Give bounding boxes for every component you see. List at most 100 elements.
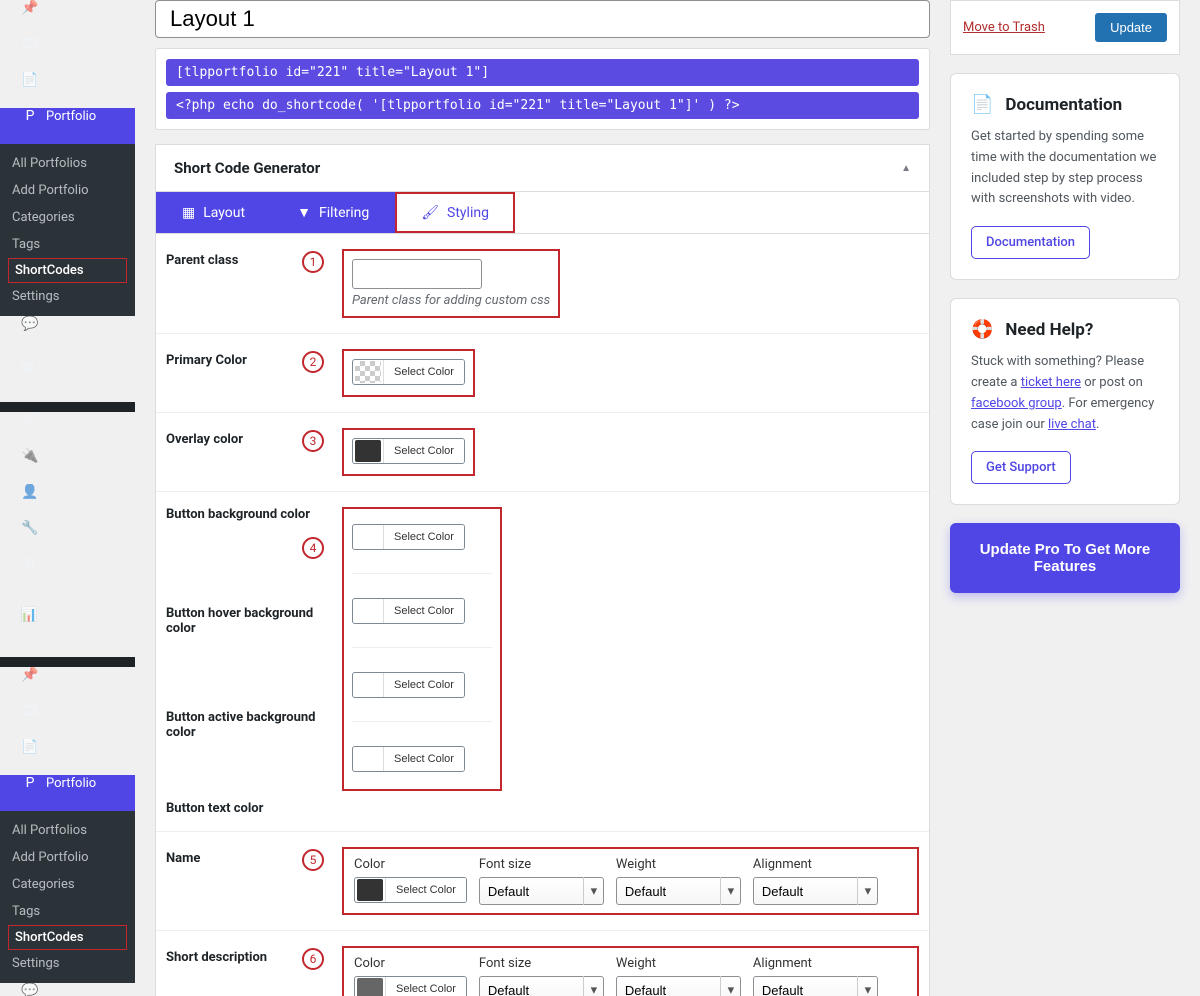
sidebar-sub-add-portfolio[interactable]: Add Portfolio — [0, 844, 135, 871]
parent-class-hint: Parent class for adding custom css — [352, 293, 550, 308]
portfolio-icon: P — [20, 775, 40, 791]
sidebar-sub-tags[interactable]: Tags — [0, 231, 135, 258]
move-to-trash-link[interactable]: Move to Trash — [963, 20, 1045, 35]
color-swatch-icon — [357, 978, 383, 996]
name-align-select[interactable]: Default — [753, 877, 878, 905]
post-title-input[interactable] — [155, 0, 930, 38]
sidebar-sub-settings[interactable]: Settings — [0, 950, 135, 977]
name-font-size-select[interactable]: Default — [479, 877, 604, 905]
posts-icon: 📌 — [20, 667, 40, 683]
live-chat-link[interactable]: live chat — [1048, 417, 1096, 432]
sidebar-item-wp-seo-schema-dashboard[interactable]: 📊WP SEO Schema Dashboard — [0, 592, 135, 657]
sidebar-sub-shortcodes[interactable]: ShortCodes — [8, 258, 127, 283]
btn-active-color-picker[interactable]: Select Color — [352, 672, 465, 698]
panel-title: Short Code Generator — [174, 159, 320, 177]
media-icon: 🎞 — [20, 36, 40, 52]
sidebar-sub-categories[interactable]: Categories — [0, 871, 135, 898]
sidebar-item-pages[interactable]: 📄Pages — [0, 739, 135, 775]
primary-color-picker[interactable]: Select Color — [352, 359, 465, 385]
sidebar-sub-all-portfolios[interactable]: All Portfolios — [0, 817, 135, 844]
desc-weight-select[interactable]: Default — [616, 976, 741, 996]
wp-seo-schema-dashboard-icon: 📊 — [20, 607, 37, 623]
shortcode-box: [tlpportfolio id="221" title="Layout 1"]… — [155, 48, 930, 130]
update-button[interactable]: Update — [1095, 13, 1167, 42]
name-weight-select[interactable]: Default — [616, 877, 741, 905]
label-btn-text: Button text color — [166, 797, 346, 816]
sidebar-item-appearance[interactable]: 🖌Appearance — [0, 412, 135, 448]
sidebar-sub-tags[interactable]: Tags — [0, 898, 135, 925]
sidebar-item-settings[interactable]: ⚙Settings — [0, 556, 135, 592]
sidebar-item-posts[interactable]: 📌Posts — [0, 667, 135, 703]
brush-icon: 🖌 — [421, 205, 439, 221]
color-swatch-icon — [355, 440, 381, 462]
document-icon: 📄 — [971, 94, 993, 115]
btn-hover-color-picker[interactable]: Select Color — [352, 598, 465, 624]
marker-1: 1 — [302, 251, 324, 273]
sidebar-item-pages[interactable]: 📄Pages — [0, 72, 135, 108]
tab-layout[interactable]: ▦ Layout — [156, 192, 271, 233]
shortcode-line: [tlpportfolio id="221" title="Layout 1"] — [166, 59, 919, 86]
sidebar-item-portfolio[interactable]: PPortfolio — [0, 108, 135, 144]
label-btn-bg: Button background color — [166, 507, 346, 522]
filter-icon: ▼ — [297, 204, 311, 221]
marker-6: 6 — [302, 948, 324, 970]
desc-font-size-select[interactable]: Default — [479, 976, 604, 996]
sidebar-item-comments[interactable]: 💬Comments — [0, 316, 135, 352]
sidebar-sub-settings[interactable]: Settings — [0, 283, 135, 310]
desc-color-picker[interactable]: Select Color — [354, 976, 467, 996]
comments-icon: 💬 — [20, 983, 40, 996]
name-color-picker[interactable]: Select Color — [354, 877, 467, 903]
label-btn-active: Button active background color — [166, 706, 346, 740]
help-text: Stuck with something? Please create a ti… — [971, 352, 1159, 435]
sidebar-item-media[interactable]: 🎞Media — [0, 703, 135, 739]
sidebar-item-posts[interactable]: 📌Posts — [0, 0, 135, 36]
sidebar-sub-categories[interactable]: Categories — [0, 204, 135, 231]
facebook-link[interactable]: facebook group — [971, 396, 1062, 411]
btn-bg-color-picker[interactable]: Select Color — [352, 524, 465, 550]
sidebar-item-media[interactable]: 🎞Media — [0, 36, 135, 72]
portfolio-icon: P — [20, 108, 40, 124]
color-swatch-icon — [355, 600, 381, 622]
comments-icon: 💬 — [20, 316, 40, 332]
sidebar-item-the-pricing-table[interactable]: ▦The Pricing Table — [0, 352, 135, 402]
sidebar-item-users[interactable]: 👤Users — [0, 484, 135, 520]
overlay-color-picker[interactable]: Select Color — [352, 438, 465, 464]
parent-class-input[interactable] — [352, 259, 482, 289]
color-swatch-icon — [355, 748, 381, 770]
tab-filtering[interactable]: ▼ Filtering — [271, 192, 395, 233]
documentation-card: 📄 Documentation Get started by spending … — [950, 73, 1180, 280]
sidebar-item-portfolio[interactable]: PPortfolio — [0, 775, 135, 811]
posts-icon: 📌 — [20, 0, 40, 16]
marker-2: 2 — [302, 351, 324, 373]
marker-4: 4 — [302, 537, 324, 559]
tab-styling[interactable]: 🖌 Styling — [395, 192, 515, 233]
desc-align-select[interactable]: Default — [753, 976, 878, 996]
main-content: [tlpportfolio id="221" title="Layout 1"]… — [135, 0, 1200, 996]
shortcode-generator-panel: Short Code Generator ▲ ▦ Layout ▼ Filter… — [155, 144, 930, 996]
sidebar-item-comments[interactable]: 💬Comments — [0, 983, 135, 996]
collapse-toggle-icon[interactable]: ▲ — [901, 163, 911, 174]
ticket-link[interactable]: ticket here — [1021, 375, 1081, 390]
documentation-button[interactable]: Documentation — [971, 226, 1090, 259]
php-code-line: <?php echo do_shortcode( '[tlpportfolio … — [166, 92, 919, 119]
sidebar-sub-all-portfolios[interactable]: All Portfolios — [0, 150, 135, 177]
media-icon: 🎞 — [20, 703, 40, 719]
sidebar-sub-shortcodes[interactable]: ShortCodes — [8, 925, 127, 950]
settings-icon: ⚙ — [20, 556, 40, 572]
plugins-icon: 🔌 — [20, 448, 40, 464]
btn-text-color-picker[interactable]: Select Color — [352, 746, 465, 772]
color-swatch-icon — [355, 526, 381, 548]
sidebar-item-plugins[interactable]: 🔌Plugins — [0, 448, 135, 484]
tools-icon: 🔧 — [20, 520, 40, 536]
color-swatch-icon — [357, 879, 383, 901]
grid-icon: ▦ — [182, 205, 195, 221]
sidebar-sub-add-portfolio[interactable]: Add Portfolio — [0, 177, 135, 204]
update-pro-button[interactable]: Update Pro To Get More Features — [950, 523, 1180, 593]
get-support-button[interactable]: Get Support — [971, 451, 1071, 484]
the-pricing-table-icon: ▦ — [20, 359, 35, 375]
label-btn-hover: Button hover background color — [166, 606, 346, 636]
color-swatch-icon — [355, 361, 381, 383]
sidebar-item-tools[interactable]: 🔧Tools — [0, 520, 135, 556]
help-card: 🛟 Need Help? Stuck with something? Pleas… — [950, 298, 1180, 505]
admin-sidebar: 📌Posts🎞Media📄PagesPPortfolioAll Portfoli… — [0, 0, 135, 996]
